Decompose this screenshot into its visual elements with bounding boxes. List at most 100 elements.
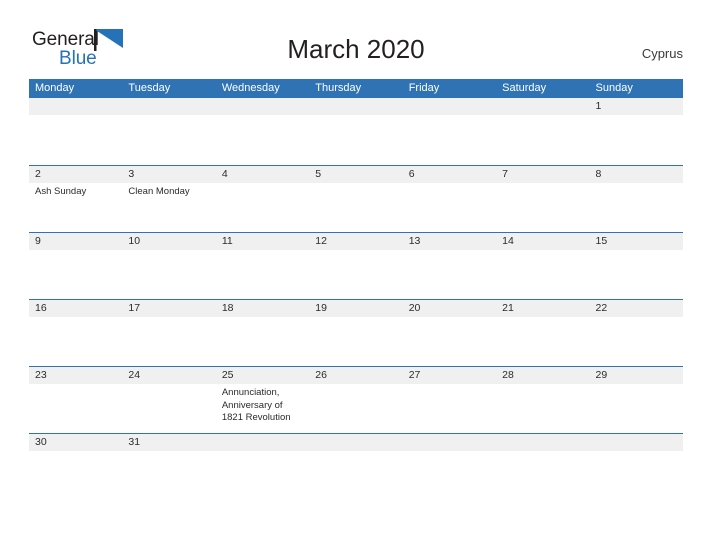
calendar-day-cell[interactable]: 3 Clean Monday	[122, 166, 216, 232]
day-number: 13	[402, 233, 497, 250]
day-events: Clean Monday	[122, 183, 215, 199]
calendar-week-row: 16 17 18 19 20 21 22	[29, 299, 683, 366]
weekday-header-monday: Monday	[35, 82, 75, 94]
calendar-day-empty	[309, 98, 403, 165]
calendar-day-cell[interactable]: 14	[496, 233, 590, 299]
calendar-day-empty	[215, 434, 310, 455]
day-number: 29	[589, 367, 683, 384]
weekday-header-sunday: Sunday	[595, 82, 633, 94]
day-number: 5	[309, 166, 403, 183]
day-number: 4	[215, 166, 310, 183]
calendar-day-cell[interactable]: 12	[309, 233, 403, 299]
calendar-day-cell[interactable]: 24	[122, 367, 216, 433]
calendar-day-cell[interactable]: 23	[29, 367, 123, 433]
day-number: 12	[309, 233, 403, 250]
page-title: March 2020	[287, 34, 425, 64]
day-number	[496, 434, 590, 451]
calendar-day-empty	[402, 98, 497, 165]
day-event-line: Clean Monday	[128, 186, 190, 197]
day-number: 6	[402, 166, 497, 183]
calendar-day-cell[interactable]: 5	[309, 166, 403, 232]
calendar-day-empty	[496, 434, 590, 455]
calendar-day-cell[interactable]: 26	[309, 367, 403, 433]
calendar-day-cell[interactable]: 16	[29, 300, 123, 366]
calendar-day-cell[interactable]: 1	[589, 98, 683, 165]
calendar-week-row: 9 10 11 12 13 14 15	[29, 232, 683, 299]
day-event-line: Annunciation,	[221, 387, 280, 398]
calendar-day-empty	[402, 434, 497, 455]
day-number: 26	[309, 367, 403, 384]
day-number: 27	[402, 367, 497, 384]
calendar-day-cell[interactable]: 17	[122, 300, 216, 366]
calendar-day-cell[interactable]: 21	[496, 300, 590, 366]
day-number	[309, 434, 403, 451]
calendar-day-cell[interactable]: 22	[589, 300, 683, 366]
calendar-day-cell[interactable]: 4	[215, 166, 310, 232]
day-number: 2	[29, 166, 123, 183]
day-number: 18	[215, 300, 310, 317]
day-number: 14	[496, 233, 590, 250]
calendar-day-empty	[215, 98, 310, 165]
weekday-header-row: Monday Tuesday Wednesday Thursday Friday…	[29, 79, 683, 98]
day-number	[122, 98, 216, 115]
day-events: Ash Sunday	[29, 183, 122, 199]
calendar-day-cell[interactable]: 15	[589, 233, 683, 299]
calendar-day-cell[interactable]: 7	[496, 166, 590, 232]
day-number: 17	[122, 300, 216, 317]
day-number: 30	[29, 434, 123, 451]
calendar-page: General Blue March 2020 Cyprus Monday Tu…	[0, 0, 712, 550]
calendar-day-cell[interactable]: 6	[402, 166, 497, 232]
calendar-day-cell[interactable]: 10	[122, 233, 216, 299]
day-number: 19	[309, 300, 403, 317]
weekday-header-wednesday: Wednesday	[221, 82, 280, 94]
day-number: 10	[122, 233, 216, 250]
day-number: 1	[589, 98, 683, 115]
calendar-day-cell[interactable]: 18	[215, 300, 310, 366]
day-number: 31	[122, 434, 216, 451]
page-header: General Blue March 2020 Cyprus	[0, 0, 712, 76]
day-number	[309, 98, 403, 115]
day-number: 3	[122, 166, 216, 183]
calendar-day-cell[interactable]: 8	[589, 166, 683, 232]
calendar-day-cell[interactable]: 2 Ash Sunday	[29, 166, 123, 232]
day-number: 28	[496, 367, 590, 384]
calendar-day-cell[interactable]: 27	[402, 367, 497, 433]
day-event-line: Ash Sunday	[35, 186, 87, 197]
day-number: 25	[215, 367, 310, 384]
calendar-day-cell[interactable]: 31	[122, 434, 216, 455]
day-event-line: Anniversary of	[221, 399, 283, 411]
weekday-header-saturday: Saturday	[502, 82, 547, 94]
day-number	[496, 98, 590, 115]
day-number: 15	[589, 233, 683, 250]
day-events: Annunciation, Anniversary of 1821 Revoluti…	[216, 384, 309, 425]
day-number	[402, 434, 497, 451]
calendar-day-cell[interactable]: 11	[215, 233, 310, 299]
calendar-day-empty	[496, 98, 590, 165]
calendar-day-cell[interactable]: 13	[402, 233, 497, 299]
weekday-header-friday: Friday	[408, 82, 440, 94]
calendar-day-cell[interactable]: 19	[309, 300, 403, 366]
calendar-day-cell[interactable]: 30	[29, 434, 123, 455]
day-number: 20	[402, 300, 497, 317]
weekday-header-tuesday: Tuesday	[128, 82, 171, 94]
calendar-week-row: 2 Ash Sunday 3 Clean Monday 4 5 6 7 8	[29, 165, 683, 232]
calendar-week-row: 1	[29, 98, 683, 165]
day-number: 24	[122, 367, 216, 384]
calendar-day-cell[interactable]: 29	[589, 367, 683, 433]
calendar-day-cell[interactable]: 25 Annunciation, Anniversary of 1821 Revolu…	[215, 367, 310, 433]
calendar-grid: Monday Tuesday Wednesday Thursday Friday…	[29, 79, 683, 455]
calendar-week-row: 30 31	[29, 433, 683, 455]
calendar-day-empty	[122, 98, 216, 165]
day-number: 8	[589, 166, 683, 183]
calendar-week-row: 23 24 25 Annunciation, Anniversary of 1821 Re…	[29, 366, 683, 433]
calendar-day-cell[interactable]: 28	[496, 367, 590, 433]
calendar-day-cell[interactable]: 9	[29, 233, 123, 299]
day-number: 22	[589, 300, 683, 317]
day-number: 21	[496, 300, 590, 317]
day-number: 23	[29, 367, 123, 384]
day-number: 11	[215, 233, 310, 250]
calendar-day-empty	[29, 98, 123, 165]
calendar-day-cell[interactable]: 20	[402, 300, 497, 366]
day-number: 7	[496, 166, 590, 183]
day-number: 16	[29, 300, 123, 317]
